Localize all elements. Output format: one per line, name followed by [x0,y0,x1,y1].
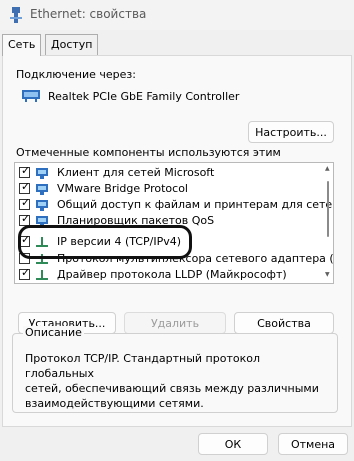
network-client-icon [36,168,48,179]
highlight-annotation [18,225,192,259]
description-title: Описание [23,326,84,339]
cancel-button[interactable]: Отмена [278,433,348,455]
components-list[interactable]: ✓ Клиент для сетей Microsoft ✓ VMware Br… [14,162,334,284]
list-item-label: VMware Bridge Protocol [57,182,188,195]
description-text: Протокол TCP/IP. Стандартный протокол гл… [25,352,319,410]
description-group: Описание Протокол TCP/IP. Стандартный пр… [12,326,338,413]
connect-using-label: Подключение через: [16,68,136,81]
checkbox[interactable]: ✓ [19,196,30,210]
adapter-name: Realtek PCIe GbE Family Controller [48,90,240,103]
checkbox[interactable]: ✓ [19,266,30,280]
scrollbar-thumb[interactable] [327,181,329,237]
network-card-icon [22,90,40,102]
protocol-icon [36,270,48,280]
configure-button[interactable]: Настроить... [248,121,334,143]
properties-button[interactable]: Свойства [234,312,334,334]
tab-bar: Сеть Доступ [0,34,354,56]
checkbox[interactable]: ✓ [19,180,30,194]
remove-button[interactable]: Удалить [124,312,226,334]
network-adapter-icon [10,7,22,23]
list-item-label: Драйвер протокола LLDP (Майкрософт) [57,268,287,281]
title-bar: Ethernet: свойства [0,0,354,30]
tab-sharing[interactable]: Доступ [45,34,99,55]
tab-network[interactable]: Сеть [2,34,42,56]
network-service-icon [36,200,48,211]
ok-button[interactable]: ОК [198,433,268,455]
list-item-label: Общий доступ к файлам и принтерам для се… [57,198,334,211]
vertical-scrollbar[interactable]: ▲ ▼ [325,165,331,281]
scroll-down-icon[interactable]: ▼ [325,271,330,278]
scroll-up-icon[interactable]: ▲ [325,165,330,172]
window-title: Ethernet: свойства [30,7,147,21]
list-item-label: Клиент для сетей Microsoft [57,166,215,179]
network-service-icon [36,184,48,195]
checkbox[interactable]: ✓ [19,164,30,178]
